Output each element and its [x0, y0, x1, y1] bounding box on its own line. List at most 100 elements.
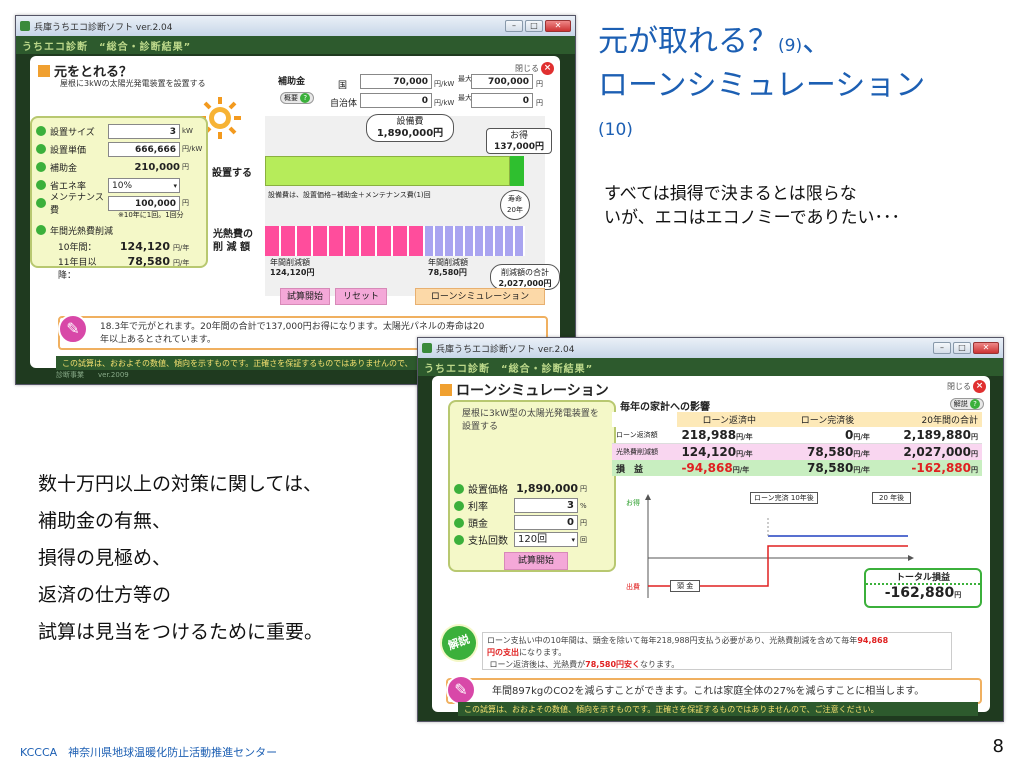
list-item: 数十万円以上の対策に関しては、 — [38, 473, 323, 495]
window-titlebar: 兵庫うちエコ診断ソフト ver.2.04 – □ ✕ — [418, 338, 1003, 358]
description: 屋根に3kW型の太陽光発電装置を設置する — [462, 409, 599, 432]
maximize-button[interactable]: □ — [525, 20, 543, 32]
title-marker-icon — [440, 384, 452, 396]
help-icon: ? — [970, 399, 980, 409]
input-row-subsidy: 補助金 210,000 円 — [36, 158, 212, 176]
country-subsidy-input[interactable]: 70,000 — [360, 74, 432, 89]
panel-close-button[interactable]: 閉じる × — [947, 380, 986, 393]
subsidy-value: 210,000 — [134, 161, 180, 173]
local-subsidy-input[interactable]: 0 — [360, 93, 432, 108]
table-header: 20年間の合計 — [921, 416, 978, 426]
table-row: ローン返済額 218,988円/年 0円/年 2,189,880円 — [612, 427, 982, 444]
maintenance-input[interactable]: 100,000 — [108, 195, 180, 211]
description: 屋根に3kWの太陽光発電装置を設置する — [60, 79, 206, 88]
app-header: うちエコ診断 “総合・診断結果” — [418, 358, 1003, 376]
reduction-bar-first10 — [265, 226, 425, 256]
payback-panel: 元をとれる？ 閉じる × 屋根に3kWの太陽光発電装置を設置する 補助金 概要 … — [30, 56, 560, 368]
table-row: 光熱費削減額 124,120円/年 78,580円/年 2,027,000円 — [612, 443, 982, 460]
start-calc-button[interactable]: 試算開始 — [504, 552, 568, 570]
explain-badge: 解説 — [434, 618, 484, 668]
subsidy-label: 補助金 — [278, 77, 306, 87]
table-header-row: ローン返済中 ローン完済後 20年間の合計 — [612, 412, 982, 427]
impact-table: ローン返済中 ローン完済後 20年間の合計 ローン返済額 218,988円/年 … — [612, 412, 982, 476]
reduction-bar-after10 — [425, 226, 525, 256]
loan-simulation-button[interactable]: ローンシミュレーション — [415, 288, 545, 305]
input-row-rate: 利率 3% — [454, 497, 624, 514]
maintenance-note: ※10年に1回。1回分 — [118, 211, 184, 219]
rate-input[interactable]: 3 — [514, 498, 578, 513]
input-row-down-payment: 頭金 0 円 — [454, 514, 624, 531]
country-max-input[interactable]: 700,000 — [471, 74, 533, 89]
window-title: 兵庫うちエコ診断ソフト ver.2.04 — [436, 344, 575, 355]
window-titlebar: 兵庫うちエコ診断ソフト ver.2.04 – □ ✕ — [16, 16, 575, 36]
chevron-down-icon: ▾ — [571, 536, 575, 544]
maximize-button[interactable]: □ — [953, 342, 971, 354]
explanation-box: ローン支払い中の10年間は、頭金を除いて毎年218,988円支払う必要があり、光… — [482, 632, 952, 670]
size-input[interactable]: 3 — [108, 123, 180, 139]
minimize-button[interactable]: – — [505, 20, 523, 32]
graph-gain-label: お得 — [626, 499, 640, 507]
chevron-down-icon: ▾ — [173, 181, 177, 190]
page-number: 8 — [992, 736, 1004, 757]
down-payment-input[interactable]: 0 — [514, 515, 578, 530]
outline-button[interactable]: 概要 ? — [280, 92, 315, 104]
loan-inputs: 設置価格 1,890,000 円 利率 3% 頭金 0 円 支払回数 120回 ▾ 回 — [454, 480, 624, 548]
list-item: 試算は見当をつけるために重要。 — [38, 621, 324, 643]
start-calc-button[interactable]: 試算開始 — [280, 288, 330, 305]
window-loan-simulation: 兵庫うちエコ診断ソフト ver.2.04 – □ ✕ うちエコ診断 “総合・診断… — [417, 337, 1004, 722]
version-note: 診断事業 ver.2009 — [56, 371, 129, 379]
subsidy-block: 補助金 概要 ? 国 70,000 円/kW 最大 700,000 円 自治体 … — [278, 74, 543, 109]
annual-reduction-b: 年間削減額 78,580円 — [428, 258, 468, 277]
co2-message: 年間897kgのCO2を減らすことができます。これは家庭全体の27%を減らすこと… — [446, 678, 982, 704]
close-window-button[interactable]: ✕ — [545, 20, 571, 32]
slide-title: 元が取れる？(9)、 ローンシミュレーション (10) — [598, 24, 926, 140]
list-item: 補助金の有無、 — [38, 510, 172, 532]
unit-price-input[interactable]: 666,666 — [108, 141, 180, 157]
input-row-payments: 支払回数 120回 ▾ 回 — [454, 531, 624, 548]
payment-count-select[interactable]: 120回 ▾ — [514, 532, 578, 547]
graph-loan-done-label: ローン完済 10年後 — [750, 492, 818, 504]
app-icon — [422, 343, 432, 353]
help-icon: ? — [300, 93, 311, 103]
annual-reduction-label: 年間光熱費削減 — [36, 224, 212, 237]
loan-panel: ローンシミュレーション 閉じる × 解説 ? 毎年の家計への影響 屋根に3kW型の… — [432, 376, 990, 712]
window-payback: 兵庫うちエコ診断ソフト ver.2.04 – □ ✕ うちエコ診断 “総合・診断… — [15, 15, 576, 385]
explain-button[interactable]: 解説 ? — [949, 398, 984, 410]
local-label: 自治体 — [330, 99, 358, 109]
graph-down-payment-label: 頭 金 — [670, 580, 701, 592]
impact-title: 毎年の家計への影響 — [620, 402, 710, 413]
input-row-size: 設置サイズ 3 kW — [36, 122, 212, 140]
total-reduction-bubble: 削減額の合計 2,027,000円 — [490, 264, 560, 290]
equipment-cost-bubble: 設備費 1,890,000円 — [366, 114, 454, 142]
install-label: 設置する — [212, 168, 252, 179]
close-icon: × — [973, 380, 986, 393]
annual-reduction-a: 年間削減額 124,120円 — [270, 258, 315, 277]
close-window-button[interactable]: ✕ — [973, 342, 999, 354]
minimize-button[interactable]: – — [933, 342, 951, 354]
reset-button[interactable]: リセット — [335, 288, 387, 305]
gain-bubble: お得 137,000円 — [486, 128, 552, 154]
disclaimer-bar: この試算は、おおよその数値、傾向を示すものです。正確さを保証するものではありませ… — [458, 702, 978, 716]
table-row: 損 益 -94,868円/年 78,580円/年 -162,880円 — [612, 460, 982, 476]
slide-body: すべては損得で決まるとは限らな いが、エコはエコノミーでありたい･･･ — [604, 184, 900, 228]
gain-bar — [510, 156, 524, 186]
saving-rate-select[interactable]: 10% ▾ — [108, 177, 180, 193]
list-item: 返済の仕方等の — [38, 584, 172, 606]
reduction-label: 光熱費の削 減 額 — [213, 229, 253, 253]
year10-row: 10年間： 124,120 円/年 — [58, 240, 190, 253]
slide-footer: KCCCA 神奈川県地球温暖化防止活動推進センター — [20, 746, 278, 759]
app-icon — [20, 21, 30, 31]
title-marker-icon — [38, 65, 50, 77]
panel-title: ローンシミュレーション — [440, 380, 609, 400]
list-item: 損得の見極め、 — [38, 547, 172, 569]
pencil-icon: ✎ — [58, 314, 88, 344]
slide-list: 数十万円以上の対策に関しては、 補助金の有無、 損得の見極め、 返済の仕方等の … — [38, 466, 323, 651]
install-note: 設備費は、設置価格−補助金＋メンテナンス費(1)回 — [268, 191, 431, 199]
life-bubble: 寿命 20年 — [500, 190, 530, 220]
graph-loss-label: 出費 — [626, 583, 640, 591]
local-max-input[interactable]: 0 — [471, 93, 533, 108]
pencil-icon: ✎ — [446, 675, 476, 705]
input-row-unit-price: 設置単価 666,666 円/kW — [36, 140, 212, 158]
input-row-price: 設置価格 1,890,000 円 — [454, 480, 624, 497]
inputs-list: 設置サイズ 3 kW 設置単価 666,666 円/kW 補助金 210,000 円 省エネ… — [36, 122, 212, 281]
